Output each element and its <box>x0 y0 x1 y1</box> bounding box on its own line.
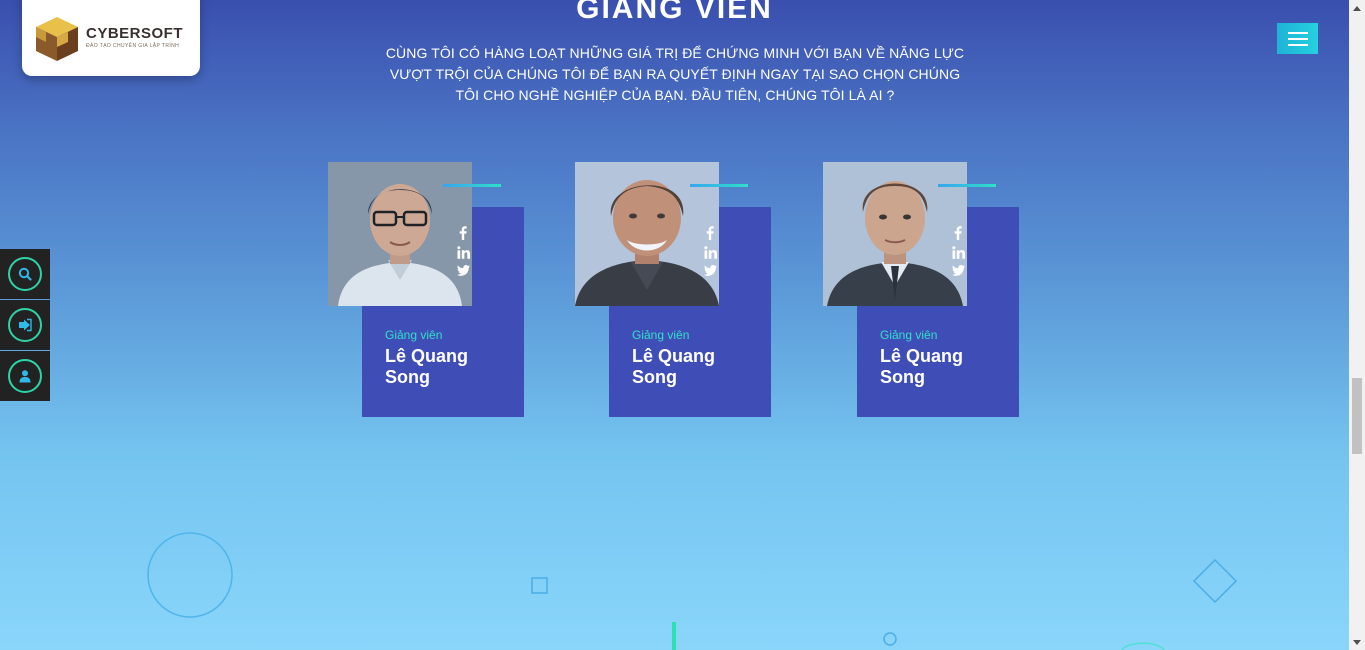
facebook-icon[interactable] <box>458 226 468 240</box>
scrollbar-thumb[interactable] <box>1352 378 1362 454</box>
instructor-role: Giảng viên <box>632 328 690 342</box>
user-button[interactable] <box>0 351 50 401</box>
sign-in-button[interactable] <box>0 300 50 350</box>
facebook-icon[interactable] <box>705 226 715 240</box>
brand-tagline: ĐÀO TẠO CHUYÊN GIA LẬP TRÌNH <box>86 43 180 49</box>
social-links <box>454 226 472 276</box>
instructor-name: Lê Quang Song <box>385 346 469 387</box>
hamburger-icon <box>1287 31 1308 34</box>
instructor-role: Giảng viên <box>880 328 938 342</box>
facebook-icon[interactable] <box>953 226 963 240</box>
search-button[interactable] <box>0 249 50 299</box>
sign-in-circle <box>8 308 42 342</box>
user-icon <box>19 370 31 383</box>
decorative-arc <box>1121 642 1165 650</box>
vertical-scrollbar[interactable] <box>1349 0 1365 650</box>
scroll-down-arrow-icon[interactable] <box>1349 634 1365 650</box>
hamburger-icon-line <box>1287 37 1308 40</box>
decorative-bar <box>672 622 676 650</box>
brand-name: CYBERSOFT <box>86 25 184 42</box>
decorative-small-circle <box>883 632 897 646</box>
social-links <box>949 226 967 276</box>
accent-line <box>443 184 501 187</box>
social-links <box>701 226 719 276</box>
menu-button[interactable] <box>1277 23 1318 54</box>
twitter-icon[interactable] <box>951 265 965 276</box>
sign-in-icon <box>19 318 32 332</box>
decorative-diamond <box>1192 558 1238 604</box>
hamburger-icon-line <box>1287 43 1308 46</box>
section-title: GIẢNG VIÊN <box>576 0 773 25</box>
instructor-role: Giảng viên <box>385 328 443 342</box>
scroll-up-arrow-icon[interactable] <box>1349 0 1365 16</box>
page: CYBERSOFT ĐÀO TẠO CHUYÊN GIA LẬP TRÌNH G… <box>0 0 1349 650</box>
accent-line <box>690 184 748 187</box>
decorative-circle <box>147 532 233 618</box>
instructor-card[interactable]: Giảng viên Lê Quang Song <box>823 162 1019 417</box>
instructor-card[interactable]: Giảng viên Lê Quang Song <box>575 162 771 417</box>
logo-text: CYBERSOFT ĐÀO TẠO CHUYÊN GIA LẬP TRÌNH <box>86 25 183 49</box>
linkedin-icon[interactable] <box>456 246 470 259</box>
instructor-name: Lê Quang Song <box>880 346 964 387</box>
instructor-name: Lê Quang Song <box>632 346 716 387</box>
decorative-square <box>531 577 548 594</box>
linkedin-icon[interactable] <box>951 246 965 259</box>
side-toolbar <box>0 249 50 402</box>
accent-line <box>938 184 996 187</box>
section-description: CÙNG TÔI CÓ HÀNG LOẠT NHỮNG GIÁ TRỊ ĐỂ C… <box>385 45 965 103</box>
twitter-icon[interactable] <box>703 265 717 276</box>
linkedin-icon[interactable] <box>703 246 717 259</box>
instructor-card[interactable]: Giảng viên Lê Quang Song <box>328 162 524 417</box>
user-circle <box>8 359 42 393</box>
twitter-icon[interactable] <box>456 265 470 276</box>
search-icon <box>18 267 32 281</box>
search-circle <box>8 257 42 291</box>
